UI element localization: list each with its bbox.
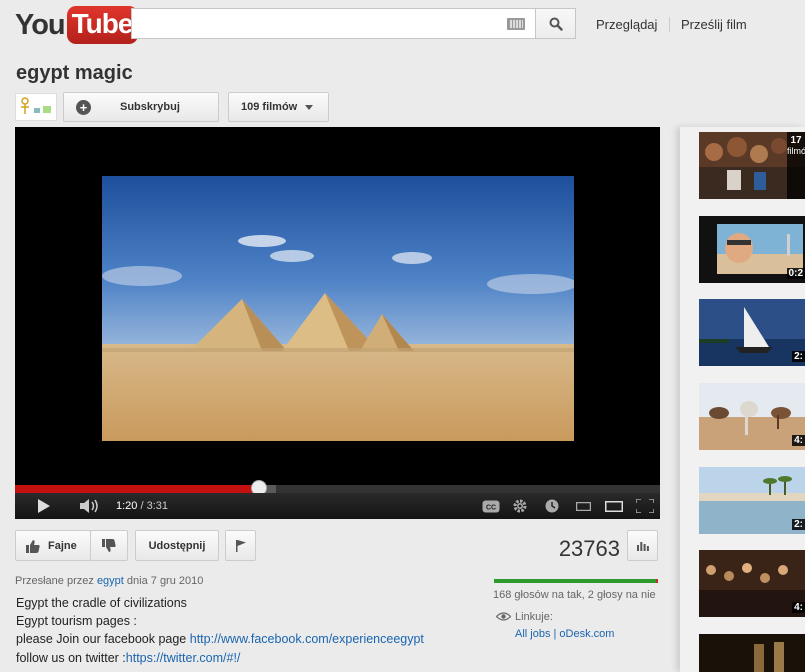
duration-badge: 2: [792, 519, 805, 530]
channel-title[interactable]: egypt magic [16, 62, 133, 85]
watch-later-button[interactable] [542, 497, 562, 515]
small-player-button[interactable] [575, 497, 591, 515]
like-button[interactable]: Fajne [15, 530, 91, 561]
large-player-icon [605, 500, 623, 512]
chevron-down-icon [305, 104, 314, 110]
playlist-thumbnail[interactable]: 2: [699, 467, 805, 534]
play-button[interactable] [35, 497, 53, 515]
logo-tube-text: Tube [66, 6, 139, 44]
thumbnail-temple-image [699, 634, 805, 672]
svg-text:CC: CC [486, 504, 496, 511]
rating-likes-fill [494, 579, 657, 583]
thumbnail-felucca-image [699, 299, 805, 366]
time-current: 1:20 [116, 500, 138, 512]
uploaded-info: Przesłane przez egypt dnia 7 gru 2010 [15, 575, 203, 587]
share-label: Udostępnij [148, 539, 206, 552]
search-icon [549, 17, 563, 31]
play-icon [38, 499, 50, 513]
player-controls: 1:20 / 3:31 CC [15, 493, 660, 519]
gear-icon [513, 499, 527, 513]
playlist-count-badge: 17 filmó [787, 132, 805, 199]
video-frame-pyramids[interactable] [102, 176, 574, 441]
progress-played [15, 485, 260, 493]
volume-icon [80, 499, 98, 513]
playlist-thumbnail[interactable]: 2: [699, 299, 805, 366]
links-label: Linkuje: [515, 611, 553, 623]
playlist-count: 17 [790, 135, 802, 146]
duration-badge: 4: [792, 435, 805, 446]
uploaded-suffix: dnia 7 gru 2010 [123, 575, 204, 587]
search-input[interactable] [131, 8, 536, 39]
description-line-3: please Join our facebook page http://www… [16, 632, 424, 646]
search-button[interactable] [535, 8, 576, 39]
thumbs-down-icon [102, 538, 116, 552]
progress-bar[interactable] [15, 485, 660, 493]
settings-button[interactable] [510, 497, 530, 515]
description-line-2: Egypt tourism pages : [16, 614, 137, 628]
nav-upload-link[interactable]: Prześlij film [681, 17, 747, 32]
playlist-sidebar: 17 filmó 0:2 2: 4: 2: 4: [680, 127, 805, 672]
playlist-thumbnail[interactable]: 17 filmó [699, 132, 805, 199]
flag-button[interactable] [225, 530, 256, 561]
facebook-link[interactable]: http://www.facebook.com/experienceegypt [190, 632, 424, 646]
eye-icon [496, 612, 511, 621]
time-display: 1:20 / 3:31 [116, 500, 169, 512]
thumbnail-camels-image [699, 383, 805, 450]
uploaded-prefix: Przesłane przez [15, 575, 97, 587]
fullscreen-icon [636, 499, 654, 513]
uploader-link[interactable]: egypt [97, 575, 124, 587]
duration-badge: 2: [792, 351, 805, 362]
logo-you-text: You [15, 8, 66, 41]
description-line-3-text: please Join our facebook page [16, 632, 190, 646]
playlist-count-label: filmó [787, 146, 805, 156]
videos-count-button[interactable]: 109 filmów [228, 92, 329, 122]
dislike-button[interactable] [90, 530, 128, 561]
captions-button[interactable]: CC [481, 497, 501, 515]
clock-icon [545, 499, 559, 513]
subscribe-button[interactable]: + Subskrybuj [63, 92, 219, 122]
large-player-button[interactable] [604, 497, 624, 515]
bar-chart-icon [636, 541, 649, 551]
volume-button[interactable] [79, 497, 103, 515]
stats-button[interactable] [627, 530, 658, 561]
duration-badge: 0:2 [786, 268, 805, 279]
share-button[interactable]: Udostępnij [135, 530, 219, 561]
playlist-thumbnail[interactable]: 0:2 [699, 216, 805, 283]
subscribe-label: Subskrybuj [120, 101, 180, 113]
fullscreen-button[interactable] [634, 497, 656, 515]
rating-bar [494, 579, 658, 583]
playlist-thumbnail[interactable]: 4: [699, 550, 805, 617]
description-line-4-text: follow us on twitter : [16, 651, 126, 665]
nav-browse-link[interactable]: Przeglądaj [596, 17, 657, 32]
links-value[interactable]: All jobs | oDesk.com [515, 628, 614, 640]
channel-avatar-icon [21, 97, 51, 114]
description-line-4: follow us on twitter :https://twitter.co… [16, 651, 240, 665]
small-player-icon [575, 501, 591, 511]
duration-badge: 4: [792, 602, 805, 613]
videos-count-label: 109 filmów [241, 101, 298, 113]
twitter-link[interactable]: https://twitter.com/#!/ [126, 651, 241, 665]
playlist-thumbnail[interactable] [699, 634, 805, 672]
video-player[interactable]: 1:20 / 3:31 CC [15, 127, 660, 519]
view-count: 23763 [558, 536, 620, 561]
playlist-thumbnail[interactable]: 4: [699, 383, 805, 450]
youtube-logo[interactable]: You Tube [15, 6, 139, 44]
channel-avatar[interactable] [15, 93, 57, 121]
thumbs-up-icon [26, 539, 40, 553]
flag-icon [235, 539, 246, 552]
captions-icon: CC [482, 500, 500, 512]
thumbnail-resort-image [699, 467, 805, 534]
like-label: Fajne [48, 539, 77, 552]
thumbnail-crowd-night-image [699, 550, 805, 617]
votes-text: 168 głosów na tak, 2 głosy na nie [493, 589, 656, 601]
keyboard-icon[interactable] [507, 18, 525, 30]
nav-divider [669, 17, 670, 32]
description-line-1: Egypt the cradle of civilizations [16, 596, 187, 610]
plus-icon: + [76, 99, 91, 115]
time-total: 3:31 [146, 500, 169, 512]
